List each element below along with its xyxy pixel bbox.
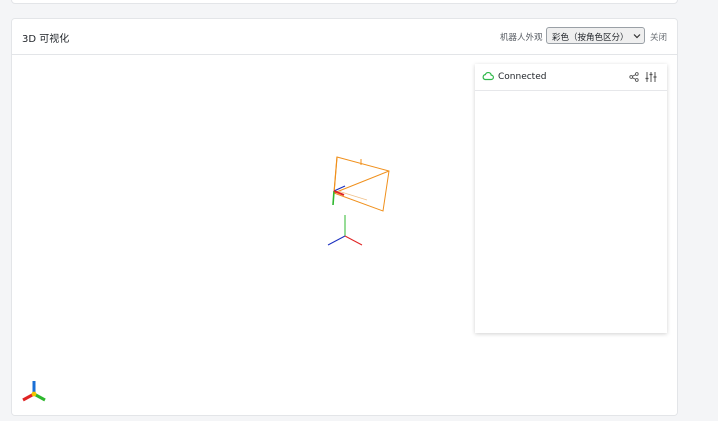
connection-status: Connected <box>498 72 547 82</box>
robot-frame-inner-line <box>337 190 368 201</box>
cloud-icon <box>482 71 494 81</box>
robot-axis-z <box>333 185 346 192</box>
share-icon[interactable] <box>629 72 639 82</box>
world-axis-z <box>327 235 346 246</box>
close-button[interactable]: 关闭 <box>650 31 667 43</box>
robot-appearance-label: 机器人外观 <box>500 33 543 43</box>
connection-panel-header: Connected <box>475 64 667 91</box>
robot-axis-y <box>332 190 335 206</box>
gizmo-center <box>31 391 37 397</box>
top-card <box>11 0 678 4</box>
visualization-panel: 3D 可视化 机器人外观 彩色（按角色区分） 关闭 Connected <box>11 18 678 416</box>
robot-frame-left-edge <box>333 156 338 194</box>
sliders-icon[interactable] <box>645 71 657 83</box>
panel-header: 3D 可视化 机器人外观 彩色（按角色区分） 关闭 <box>12 19 677 55</box>
world-axis-x <box>344 235 363 246</box>
robot-frame-diagonal <box>333 170 390 194</box>
world-origin-axes <box>327 215 363 246</box>
robot-model <box>333 156 390 212</box>
robot-appearance-selected-value: 彩色（按角色区分） <box>552 33 629 43</box>
chevron-down-icon <box>633 34 641 39</box>
robot-frame-outline <box>333 156 390 212</box>
connection-panel: Connected <box>475 64 667 333</box>
3d-viewport[interactable]: Connected <box>12 55 677 415</box>
panel-title: 3D 可视化 <box>22 34 70 45</box>
axis-gizmo[interactable] <box>20 379 50 405</box>
robot-appearance-select[interactable]: 彩色（按角色区分） <box>546 27 645 44</box>
